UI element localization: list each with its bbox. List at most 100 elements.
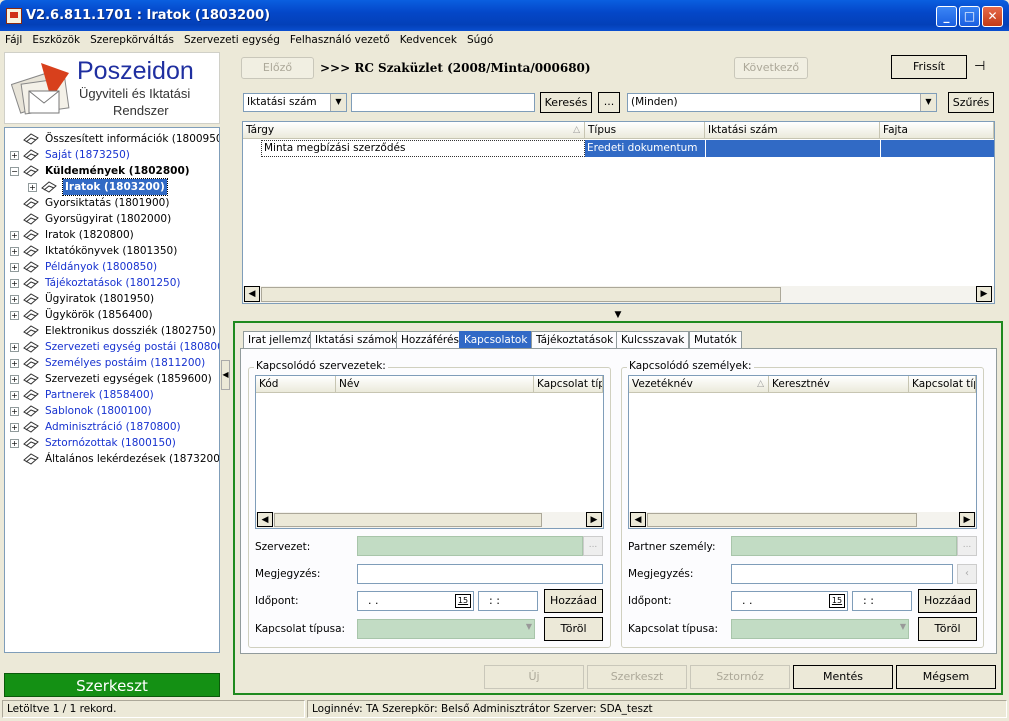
org-time-input[interactable]: : : xyxy=(478,591,538,611)
cell-subject[interactable]: Minta megbízási szerződés xyxy=(261,140,585,157)
tree-item[interactable]: Összesített információk (1800950) xyxy=(5,131,219,147)
expand-icon[interactable]: + xyxy=(10,375,19,384)
org-scroll-thumb[interactable] xyxy=(274,513,542,527)
tab-access[interactable]: Hozzáférés xyxy=(396,331,464,349)
chevron-down-icon[interactable]: ▼ xyxy=(900,622,906,631)
person-delete-button[interactable]: Töröl xyxy=(918,617,977,641)
org-date-input[interactable]: . . 15 xyxy=(357,591,474,611)
person-col-firstname[interactable]: Keresztnév xyxy=(769,376,909,393)
tree-item[interactable]: + Személyes postáim (1811200) xyxy=(5,355,219,371)
calendar-icon[interactable]: 15 xyxy=(829,594,845,608)
next-button[interactable]: Következő xyxy=(734,57,808,79)
expand-icon[interactable]: + xyxy=(10,295,19,304)
tree-item[interactable]: + Iratok (1820800) xyxy=(5,227,219,243)
calendar-icon[interactable]: 15 xyxy=(455,594,471,608)
org-col-code[interactable]: Kód xyxy=(256,376,336,393)
tree-item[interactable]: + Tájékoztatások (1801250) xyxy=(5,275,219,291)
org-delete-button[interactable]: Töröl xyxy=(544,617,603,641)
cancel-record-button[interactable]: Sztornóz xyxy=(690,665,790,689)
org-col-name[interactable]: Név xyxy=(336,376,534,393)
tree-item[interactable]: Gyorsiktatás (1801900) xyxy=(5,195,219,211)
org-entity-dots-button[interactable]: ... xyxy=(583,536,603,556)
expand-icon[interactable]: + xyxy=(10,279,19,288)
col-header-reg-number[interactable]: Iktatási szám xyxy=(705,122,880,139)
chevron-down-icon[interactable]: ▼ xyxy=(330,94,346,111)
org-scroll-right[interactable]: ▶ xyxy=(586,512,602,527)
org-scroll-left[interactable]: ◀ xyxy=(257,512,273,527)
tab-notifications[interactable]: Tájékoztatások xyxy=(531,331,619,349)
expand-icon[interactable]: + xyxy=(10,423,19,432)
org-add-button[interactable]: Hozzáad xyxy=(544,589,603,613)
expand-icon[interactable]: + xyxy=(10,391,19,400)
person-scroll-thumb[interactable] xyxy=(647,513,917,527)
person-note-input[interactable] xyxy=(731,564,953,584)
person-entity-field[interactable] xyxy=(731,536,957,556)
left-edit-button[interactable]: Szerkeszt xyxy=(4,673,220,697)
expand-icon[interactable]: + xyxy=(10,247,19,256)
cell-reg-number[interactable] xyxy=(705,140,880,157)
refresh-button[interactable]: Frissít xyxy=(891,55,967,79)
close-icon[interactable]: ✕ xyxy=(982,6,1003,27)
menu-help[interactable]: Súgó xyxy=(462,31,498,49)
tree-item[interactable]: − Küldemények (1802800) xyxy=(5,163,219,179)
tab-reg-numbers[interactable]: Iktatási számok xyxy=(310,331,403,349)
menu-file[interactable]: Fájl xyxy=(0,31,27,49)
tree-item[interactable]: + Példányok (1800850) xyxy=(5,259,219,275)
tab-relations[interactable]: Kapcsolatok xyxy=(459,331,533,349)
person-time-input[interactable]: : : xyxy=(852,591,912,611)
person-date-input[interactable]: . . 15 xyxy=(731,591,848,611)
person-grid-scrollbar[interactable]: ◀ ▶ xyxy=(629,512,976,528)
save-button[interactable]: Mentés xyxy=(793,665,893,689)
expand-icon[interactable]: + xyxy=(10,263,19,272)
expand-icon[interactable]: + xyxy=(10,311,19,320)
tab-keywords[interactable]: Kulcsszavak xyxy=(616,331,690,349)
org-col-rel-type[interactable]: Kapcsolat típus xyxy=(534,376,603,393)
tree-item[interactable]: Gyorsügyirat (1802000) xyxy=(5,211,219,227)
tree-item[interactable]: + Iratok (1803200) xyxy=(5,178,219,196)
expand-icon[interactable]: + xyxy=(10,343,19,352)
prev-button[interactable]: Előző xyxy=(241,57,314,79)
tree-item[interactable]: Általános lekérdezések (1873200) xyxy=(5,451,219,467)
grid-scrollbar[interactable]: ◀ ▶ xyxy=(243,286,994,303)
tree-item[interactable]: + Adminisztráció (1870800) xyxy=(5,419,219,435)
cell-kind[interactable] xyxy=(880,140,994,157)
collapse-icon[interactable]: − xyxy=(10,167,19,176)
org-entity-field[interactable] xyxy=(357,536,583,556)
person-scroll-left[interactable]: ◀ xyxy=(630,512,646,527)
tree-item[interactable]: + Sablonok (1800100) xyxy=(5,403,219,419)
expand-icon[interactable]: + xyxy=(10,151,19,160)
table-row[interactable]: Minta megbízási szerződés Eredeti dokume… xyxy=(243,140,994,157)
search-button[interactable]: Keresés xyxy=(540,92,592,113)
expand-icon[interactable]: + xyxy=(28,183,37,192)
menu-role-switch[interactable]: Szerepkörváltás xyxy=(85,31,179,49)
grid-scroll-left[interactable]: ◀ xyxy=(244,286,260,302)
filter-button[interactable]: Szűrés xyxy=(948,92,994,113)
chevron-left-icon[interactable]: ‹ xyxy=(957,564,977,584)
search-field-select[interactable]: Iktatási szám ▼ xyxy=(243,93,347,112)
chevron-down-icon[interactable]: ▼ xyxy=(526,622,532,631)
org-note-input[interactable] xyxy=(357,564,603,584)
cancel-button[interactable]: Mégsem xyxy=(896,665,996,689)
tree-item[interactable]: + Szervezeti egység postái (1808000) xyxy=(5,339,219,355)
app-icon[interactable] xyxy=(6,8,22,24)
chevron-down-icon[interactable]: ▼ xyxy=(920,94,936,111)
menu-user-manager[interactable]: Felhasználó vezető xyxy=(285,31,395,49)
tree-item[interactable]: + Saját (1873250) xyxy=(5,147,219,163)
search-input[interactable] xyxy=(351,93,535,112)
grid-scroll-thumb[interactable] xyxy=(261,287,781,302)
search-options-button[interactable]: ... xyxy=(598,92,620,113)
col-header-subject[interactable]: Tárgy △ xyxy=(243,122,585,139)
filter-select[interactable]: (Minden) ▼ xyxy=(627,93,937,112)
documents-grid[interactable]: Tárgy △ Típus Iktatási szám Fajta Minta m… xyxy=(242,121,995,304)
expand-icon[interactable]: + xyxy=(10,439,19,448)
edit-button[interactable]: Szerkeszt xyxy=(587,665,687,689)
maximize-icon[interactable]: □ xyxy=(959,6,980,27)
tree-item[interactable]: Elektronikus dossziék (1802750) xyxy=(5,323,219,339)
person-col-rel-type[interactable]: Kapcsolat típus xyxy=(909,376,976,393)
new-button[interactable]: Új xyxy=(484,665,584,689)
minimize-icon[interactable]: _ xyxy=(936,6,957,27)
menu-tools[interactable]: Eszközök xyxy=(27,31,85,49)
org-grid-scrollbar[interactable]: ◀ ▶ xyxy=(256,512,603,528)
org-type-select[interactable]: ▼ xyxy=(357,619,535,639)
person-type-select[interactable]: ▼ xyxy=(731,619,909,639)
